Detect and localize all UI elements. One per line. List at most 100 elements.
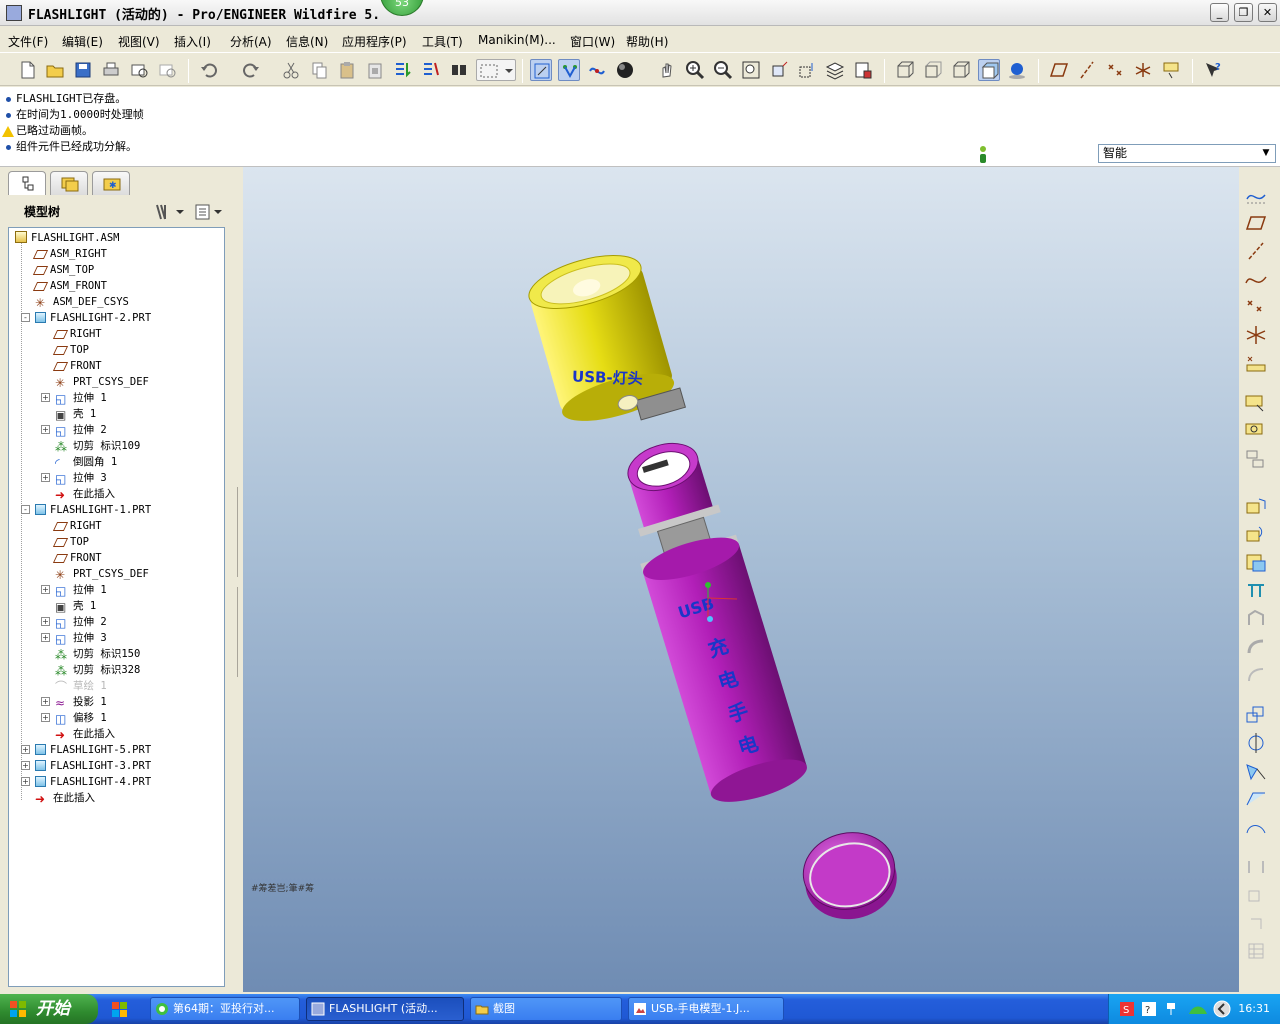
hole-tool-icon[interactable] [1243,579,1269,603]
tree-expander-icon[interactable]: + [41,473,50,482]
tree-node[interactable]: ◜ 倒圆角 1 [55,454,117,470]
tree-node[interactable]: ◱ 拉伸 1 [55,390,107,406]
refit-icon[interactable] [740,59,762,81]
tree-node[interactable]: ASM_FRONT [32,278,107,294]
tree-node[interactable]: ASM_TOP [32,262,94,278]
tree-node[interactable]: FLASHLIGHT.ASM [15,230,120,246]
restore-button[interactable]: ❐ [1234,3,1253,22]
tree-expander-icon[interactable]: + [41,633,50,642]
tree-expander-icon[interactable]: + [41,393,50,402]
tree-node[interactable]: ◱ 拉伸 3 [55,470,107,486]
tree-node[interactable]: FLASHLIGHT-3.PRT [35,758,151,774]
select-box-dropdown[interactable] [476,59,516,81]
surface-feature-icon[interactable] [1243,815,1269,839]
panel-splitter[interactable] [236,167,243,992]
input-method-icon[interactable]: S [1119,1001,1135,1017]
tree-expander-icon[interactable]: + [41,697,50,706]
datum-display-icon[interactable] [530,59,552,81]
tree-node[interactable]: ⌒ 草绘 1 [55,678,107,694]
menu-insert[interactable]: 插入(I) [174,33,211,50]
view-manager-icon[interactable] [852,59,874,81]
redo-icon[interactable] [240,59,262,81]
tree-node[interactable]: FLASHLIGHT-1.PRT [35,502,151,518]
tree-node[interactable]: ✳ PRT_CSYS_DEF [55,566,149,582]
tree-expander-icon[interactable]: + [41,425,50,434]
datum-axis-tool-icon[interactable] [1076,59,1098,81]
undo-icon[interactable] [198,59,220,81]
trim-feature-icon[interactable] [1243,787,1269,811]
axis-display-icon[interactable] [558,59,580,81]
keyboard-icon[interactable] [1165,1001,1177,1017]
datum-point-tool-icon[interactable] [1104,59,1126,81]
sweep-tool-icon[interactable] [1243,551,1269,575]
start-button[interactable]: 开始 [0,994,98,1024]
taskbar-item-active[interactable]: FLASHLIGHT (活动... [306,997,464,1021]
tree-node[interactable]: ➜ 在此插入 [55,726,115,742]
csys-tool-icon[interactable] [1243,323,1269,347]
close-button[interactable]: ✕ [1258,3,1277,22]
tree-expander-icon[interactable]: - [21,313,30,322]
mirror-feature-icon[interactable] [1243,731,1269,755]
tab-folder-browser[interactable] [50,171,88,195]
menu-info[interactable]: 信息(N) [286,33,328,50]
zoom-in-icon[interactable] [684,59,706,81]
shell-tool-icon[interactable] [1243,607,1269,631]
taskbar-item[interactable]: 第64期：亚投行对... [150,997,300,1021]
suppress-feature-icon[interactable] [1243,911,1269,935]
paste-special-icon[interactable] [364,59,386,81]
splitter-grip[interactable] [237,587,242,677]
print-icon[interactable] [100,59,122,81]
tree-node[interactable]: ➜ 在此插入 [55,486,115,502]
menu-applications[interactable]: 应用程序(P) [342,33,407,50]
component-create-icon[interactable] [1243,419,1269,443]
curve-tool-icon[interactable] [1243,267,1269,291]
paste-icon[interactable] [336,59,358,81]
table-feature-icon[interactable] [1243,939,1269,963]
tree-settings-icon[interactable] [152,201,186,223]
mail-icon[interactable] [128,59,150,81]
tree-node[interactable]: RIGHT [52,326,102,342]
datum-plane-tool-icon[interactable] [1048,59,1070,81]
menu-edit[interactable]: 编辑(E) [62,33,103,50]
tree-node[interactable]: FRONT [52,550,102,566]
menu-tools[interactable]: 工具(T) [422,33,463,50]
tree-node[interactable]: TOP [52,342,89,358]
tree-expander-icon[interactable]: + [21,761,30,770]
component-package-icon[interactable] [1243,447,1269,471]
tree-node[interactable]: ⁂ 切剪 标识150 [55,646,140,662]
tree-expander-icon[interactable]: + [21,745,30,754]
taskbar-item[interactable]: USB-手电模型-1.J... [628,997,784,1021]
wireframe-icon[interactable] [894,59,916,81]
menu-manikin[interactable]: Manikin(M)... [478,33,556,47]
tree-node[interactable]: ▣ 壳 1 [55,406,96,422]
layers-icon[interactable] [824,59,846,81]
new-file-icon[interactable] [16,59,38,81]
tree-node[interactable]: FLASHLIGHT-2.PRT [35,310,151,326]
tree-node[interactable]: ➜ 在此插入 [35,790,95,806]
zoom-out-icon[interactable] [712,59,734,81]
tree-node[interactable]: ▣ 壳 1 [55,598,96,614]
taskbar-item[interactable]: 截图 [470,997,622,1021]
pan-hand-icon[interactable] [656,59,678,81]
menu-window[interactable]: 窗口(W) [570,33,615,50]
traffic-light-icon[interactable] [978,144,988,164]
mail-attach-icon[interactable] [156,59,178,81]
shaded-icon[interactable] [978,59,1000,81]
enhanced-realism-icon[interactable] [1006,59,1028,81]
datum-curve-tool-icon[interactable] [1160,59,1182,81]
copy-icon[interactable] [308,59,330,81]
selection-filter-dropdown[interactable]: 智能 ▼ [1098,144,1276,163]
tree-node[interactable]: ASM_RIGHT [32,246,107,262]
sketch-tool-icon[interactable] [1243,183,1269,207]
tree-expander-icon[interactable]: + [41,585,50,594]
tree-node[interactable]: ⁂ 切剪 标识328 [55,662,140,678]
pattern-feature-icon[interactable] [1243,855,1269,879]
tree-node[interactable]: TOP [52,534,89,550]
component-place-icon[interactable] [1243,391,1269,415]
menu-analysis[interactable]: 分析(A) [230,33,272,50]
tab-model-tree[interactable] [8,171,46,195]
tree-node[interactable]: FRONT [52,358,102,374]
flashlight-end-cap[interactable] [796,824,904,927]
clock[interactable]: 16:31 [1238,1002,1270,1015]
group-feature-icon[interactable] [1243,883,1269,907]
